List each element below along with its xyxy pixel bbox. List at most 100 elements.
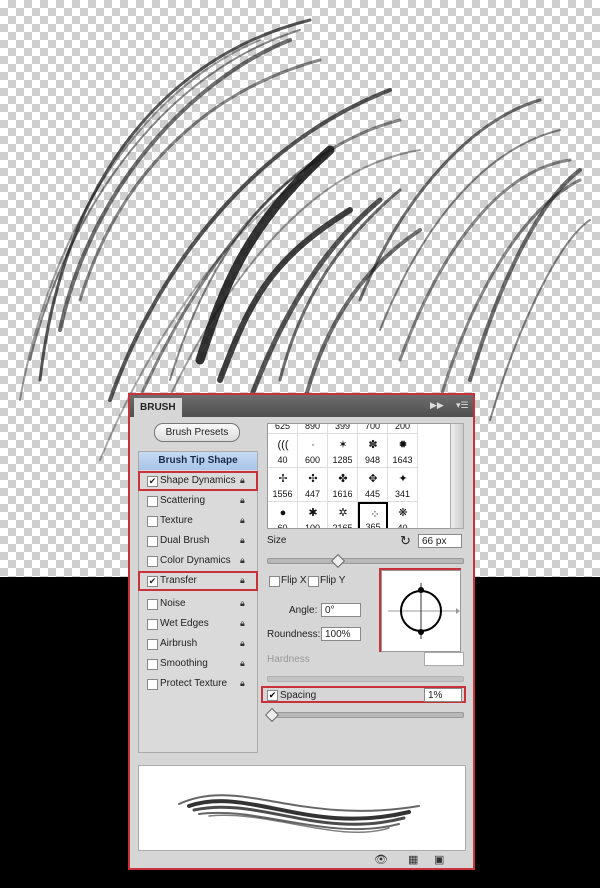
scattering-checkbox[interactable] [147,496,158,507]
angle-roundness-preview[interactable] [381,570,461,652]
brush-size-label: 1556 [272,489,293,499]
brush-tip-grid[interactable]: 625 890 399 700 200 (((40 · 600 ✶ 1285 ✽ 94… [267,423,452,529]
option-label: Scattering [160,495,206,506]
reset-icon[interactable]: ↻ [400,533,411,549]
lock-icon[interactable]: 🔒︎ [240,495,249,506]
hardness-label: Hardness [267,654,310,665]
brush-tip[interactable]: ❋ 40 [388,502,418,529]
hardness-field [424,652,464,666]
size-label: Size [267,535,287,546]
option-label: Color Dynamics [160,555,231,566]
eye-icon[interactable]: 👁︎ [374,853,388,866]
brush-tip[interactable]: ✤ 1616 [328,468,358,502]
option-scattering[interactable]: Scattering 🔒︎ [139,492,257,510]
lock-icon[interactable]: 🔒︎ [240,658,249,669]
highlight-shape-dynamics [138,471,258,491]
brush-size-label: 1285 [332,455,353,465]
brush-tip-selected[interactable]: ⁘ 365 [358,502,388,528]
spacing-field[interactable]: 1% [424,688,462,702]
option-wet-edges[interactable]: Wet Edges 🔒︎ [139,615,257,633]
brush-size-label: 445 [364,489,381,499]
brush-tip[interactable]: ✹ 1643 [388,434,418,468]
brush-stroke-preview [138,765,466,851]
brush-size-label: 40 [397,523,408,529]
flip-y-checkbox[interactable] [308,576,319,587]
brush-size-label: 341 [394,489,411,499]
brush-size-label: 700 [364,423,381,431]
brush-panel: BRUSH ▶▶ ▾☰ Brush Presets Brush Tip Shap… [128,393,475,870]
lock-icon[interactable]: 🔒︎ [240,618,249,629]
brush-tip[interactable]: ✥ 445 [358,468,388,502]
lock-icon[interactable]: 🔒︎ [240,598,249,609]
option-protect-texture[interactable]: Protect Texture 🔒︎ [139,675,257,693]
brush-tip[interactable]: ✢ 1556 [268,468,298,502]
spacing-slider-track[interactable] [267,712,464,718]
texture-checkbox[interactable] [147,516,158,527]
brush-tip[interactable]: 700 [358,423,388,434]
color-dynamics-checkbox[interactable] [147,556,158,567]
option-texture[interactable]: Texture 🔒︎ [139,512,257,530]
brush-size-label: 1616 [332,489,353,499]
tab-brush[interactable]: BRUSH [134,398,182,417]
flip-x-checkbox[interactable] [269,576,280,587]
option-dual-brush[interactable]: Dual Brush 🔒︎ [139,532,257,550]
brush-tip[interactable]: ✦ 341 [388,468,418,502]
brush-tip[interactable]: ✣ 447 [298,468,328,502]
brush-size-label: 1643 [392,455,413,465]
option-label: Texture [160,515,193,526]
wet-edges-checkbox[interactable] [147,619,158,630]
option-color-dynamics[interactable]: Color Dynamics 🔒︎ [139,552,257,570]
option-smoothing[interactable]: Smoothing 🔒︎ [139,655,257,673]
noise-checkbox[interactable] [147,599,158,610]
brush-tip[interactable]: ✽ 948 [358,434,388,468]
lock-icon[interactable]: 🔒︎ [240,515,249,526]
brush-size-label: 890 [304,423,321,431]
size-slider-thumb[interactable] [331,553,346,569]
size-slider-track[interactable] [267,558,464,564]
new-preset-icon[interactable]: ▣ [434,853,444,866]
brush-tip[interactable]: ✱ 100 [298,502,328,529]
brush-tip[interactable]: 399 [328,423,358,434]
dual-brush-checkbox[interactable] [147,536,158,547]
lock-icon[interactable]: 🔒︎ [240,678,249,689]
brush-tip[interactable]: · 600 [298,434,328,468]
grid-icon[interactable]: ▦ [408,853,418,866]
brush-size-label: 399 [334,423,351,431]
spacing-slider-thumb[interactable] [264,707,280,723]
protect-texture-checkbox[interactable] [147,679,158,690]
brush-size-label: 60 [277,523,288,529]
roundness-field[interactable]: 100% [321,627,361,641]
brush-tip[interactable]: 625 [268,423,298,434]
brush-tip[interactable]: 200 [388,424,418,434]
flip-x-label: Flip X [281,575,307,586]
angle-field[interactable]: 0° [321,603,361,617]
brush-tip[interactable]: ✶ 1285 [328,434,358,468]
brush-size-label: 948 [364,455,381,465]
option-label: Airbrush [160,638,198,649]
brush-size-label: 2165 [332,523,353,529]
brush-presets-button[interactable]: Brush Presets [154,423,240,442]
option-airbrush[interactable]: Airbrush 🔒︎ [139,635,257,653]
option-label: Dual Brush [160,535,210,546]
expand-icon[interactable]: ▶▶ [430,400,444,411]
airbrush-checkbox[interactable] [147,639,158,650]
size-field[interactable]: 66 px [418,534,462,548]
angle-label: Angle: [289,605,318,616]
lock-icon[interactable]: 🔒︎ [240,535,249,546]
spacing-label: Spacing [280,690,317,701]
brush-size-label: 100 [304,523,321,529]
lock-icon[interactable]: 🔒︎ [240,638,249,649]
section-brush-tip-shape[interactable]: Brush Tip Shape [139,452,257,470]
menu-icon[interactable]: ▾☰ [456,400,469,411]
brush-size-label: 625 [274,423,291,431]
option-noise[interactable]: Noise 🔒︎ [139,595,257,613]
brush-grid-scrollbar[interactable] [450,423,464,529]
spacing-checkbox[interactable]: ✔ [267,690,278,701]
option-label: Noise [160,598,186,609]
brush-tip[interactable]: (((40 [268,434,298,468]
brush-tip[interactable]: 890 [298,423,328,434]
brush-tip[interactable]: ● 60 [268,502,298,529]
brush-tip[interactable]: ✲ 2165 [328,502,358,529]
lock-icon[interactable]: 🔒︎ [240,555,249,566]
smoothing-checkbox[interactable] [147,659,158,670]
